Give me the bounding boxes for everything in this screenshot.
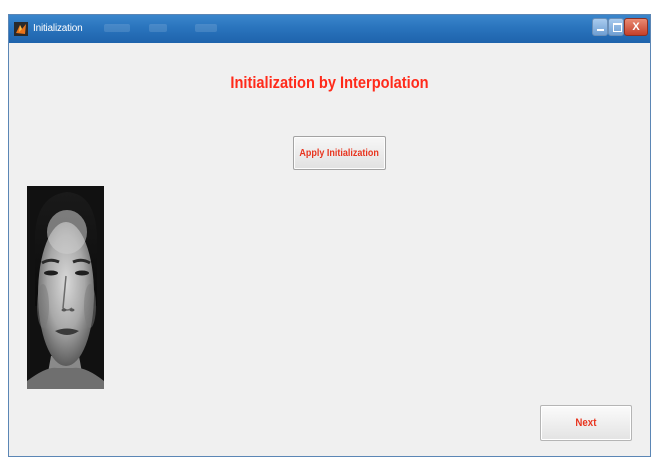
apply-initialization-label: Apply Initialization bbox=[299, 147, 380, 159]
window-title: Initialization bbox=[33, 23, 83, 34]
page-title: Initialization by Interpolation bbox=[230, 73, 429, 92]
apply-initialization-button[interactable]: Apply Initialization bbox=[293, 136, 386, 170]
title-bar[interactable]: Initialization X bbox=[9, 15, 650, 43]
close-icon: X bbox=[632, 21, 640, 33]
next-button-label: Next bbox=[575, 417, 597, 429]
face-image bbox=[27, 186, 104, 389]
face-photo bbox=[27, 186, 104, 389]
title-ghost-text bbox=[149, 24, 167, 32]
matlab-icon bbox=[14, 22, 28, 36]
title-ghost-text bbox=[104, 24, 130, 32]
maximize-icon bbox=[613, 23, 622, 32]
next-button[interactable]: Next bbox=[540, 405, 632, 441]
initialization-window: Initialization X Initialization by Inter… bbox=[8, 14, 651, 457]
title-ghost-text bbox=[195, 24, 217, 32]
maximize-button[interactable] bbox=[608, 18, 624, 36]
minimize-button[interactable] bbox=[592, 18, 608, 36]
close-button[interactable]: X bbox=[624, 18, 648, 36]
minimize-icon bbox=[597, 29, 604, 31]
